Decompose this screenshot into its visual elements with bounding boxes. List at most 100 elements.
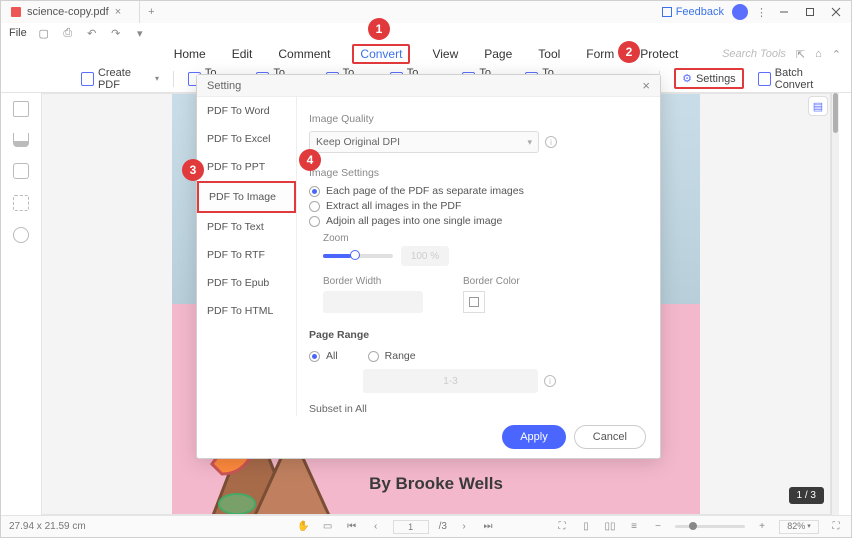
radio-label: All (326, 350, 338, 362)
radio-all-pages[interactable]: All (309, 350, 338, 362)
hand-tool-icon[interactable]: ✋ (297, 520, 311, 534)
side-pdf-to-image[interactable]: PDF To Image (197, 181, 296, 213)
thumbnails-icon[interactable] (13, 101, 29, 117)
radio-adjoin-pages[interactable]: Adjoin all pages into one single image (309, 215, 648, 227)
feedback-link[interactable]: Feedback (662, 6, 724, 18)
menu-view[interactable]: View (428, 45, 462, 63)
settings-button[interactable]: ⚙Settings (674, 68, 744, 89)
side-pdf-to-excel[interactable]: PDF To Excel (197, 125, 296, 153)
zoom-in-icon[interactable]: + (755, 520, 769, 534)
settings-modal: Setting × PDF To Word PDF To Excel PDF T… (196, 74, 661, 459)
side-pdf-to-word[interactable]: PDF To Word (197, 97, 296, 125)
print-icon[interactable]: ⎙ (61, 27, 75, 40)
cancel-button[interactable]: Cancel (574, 425, 646, 449)
avatar[interactable] (732, 4, 748, 20)
zoom-slider-thumb[interactable] (689, 522, 697, 530)
first-page-icon[interactable]: ⏮ (345, 520, 359, 534)
border-color-swatch[interactable] (463, 291, 485, 313)
modal-content: Image Quality Keep Original DPI ▾ i Imag… (297, 97, 660, 416)
side-float-icon[interactable]: ▤ (808, 96, 828, 116)
last-page-icon[interactable]: ⏭ (481, 520, 495, 534)
file-menu[interactable]: File (9, 27, 27, 39)
kebab-icon[interactable]: ⋮ (756, 6, 767, 19)
zoom-slider[interactable] (323, 254, 393, 258)
close-tab-icon[interactable]: × (115, 6, 121, 18)
radio-icon (309, 201, 320, 212)
title-bar: science-copy.pdf × + Feedback ⋮ (1, 1, 851, 23)
radio-extract-images[interactable]: Extract all images in the PDF (309, 200, 648, 212)
scrollbar[interactable] (831, 93, 839, 515)
up-icon[interactable]: ⌃ (832, 48, 841, 61)
prev-page-icon[interactable]: ‹ (369, 520, 383, 534)
radio-icon (309, 186, 320, 197)
maximize-button[interactable] (801, 5, 819, 19)
side-pdf-to-html[interactable]: PDF To HTML (197, 297, 296, 325)
more-qat-icon[interactable]: ▾ (133, 27, 147, 40)
redo-icon[interactable]: ↷ (109, 27, 123, 40)
border-width-label: Border Width (323, 276, 423, 287)
cloud-icon[interactable]: ⌂ (815, 48, 822, 60)
search-panel-icon[interactable] (13, 227, 29, 243)
info-icon[interactable]: i (544, 375, 556, 387)
minimize-button[interactable] (775, 5, 793, 19)
radio-separate-images[interactable]: Each page of the PDF as separate images (309, 185, 648, 197)
continuous-icon[interactable]: ≡ (627, 520, 641, 534)
share-icon[interactable]: ⇱ (796, 48, 805, 61)
menu-convert[interactable]: Convert (352, 44, 410, 64)
fullscreen-icon[interactable]: ⛶ (829, 520, 843, 534)
menu-comment[interactable]: Comment (274, 45, 334, 63)
select-tool-icon[interactable]: ▭ (321, 520, 335, 534)
create-pdf-label: Create PDF (98, 67, 151, 91)
zoom-value[interactable]: 100 % (401, 246, 449, 266)
zoom-select[interactable]: 82%▾ (779, 520, 819, 534)
comment-panel-icon[interactable] (13, 163, 29, 179)
bookmark-icon[interactable] (13, 133, 29, 147)
page-range-input[interactable]: 1-3 (363, 369, 538, 393)
menu-home[interactable]: Home (170, 45, 210, 63)
document-tab[interactable]: science-copy.pdf × (1, 1, 140, 23)
radio-icon (309, 216, 320, 227)
side-pdf-to-epub[interactable]: PDF To Epub (197, 269, 296, 297)
image-quality-heading: Image Quality (309, 113, 648, 125)
menu-form[interactable]: Form (582, 45, 618, 63)
create-pdf-icon (81, 72, 94, 86)
batch-convert-button[interactable]: Batch Convert (758, 67, 839, 91)
two-page-icon[interactable]: ▯▯ (603, 520, 617, 534)
zoom-slider[interactable] (675, 525, 745, 528)
radio-icon (368, 351, 379, 362)
menu-tool[interactable]: Tool (534, 45, 564, 63)
pdf-icon (11, 7, 21, 17)
radio-range-pages[interactable]: Range (368, 350, 416, 362)
undo-icon[interactable]: ↶ (85, 27, 99, 40)
scrollbar-thumb[interactable] (833, 93, 838, 133)
page-range-heading: Page Range (309, 329, 648, 341)
border-width-input[interactable] (323, 291, 423, 313)
menu-protect[interactable]: Protect (636, 45, 682, 63)
radio-icon (309, 351, 320, 362)
menu-edit[interactable]: Edit (228, 45, 257, 63)
radio-label: Range (385, 350, 416, 362)
image-quality-select[interactable]: Keep Original DPI ▾ (309, 131, 539, 153)
save-icon[interactable]: ▢ (37, 27, 51, 40)
new-tab-button[interactable]: + (140, 6, 162, 18)
attachment-icon[interactable] (13, 195, 29, 211)
modal-close-button[interactable]: × (642, 78, 650, 93)
page-number-input[interactable]: 1 (393, 520, 429, 534)
apply-button[interactable]: Apply (502, 425, 566, 449)
side-pdf-to-text[interactable]: PDF To Text (197, 213, 296, 241)
next-page-icon[interactable]: › (457, 520, 471, 534)
search-tools-input[interactable]: Search Tools (722, 48, 786, 60)
info-icon[interactable]: i (545, 136, 557, 148)
slider-thumb[interactable] (350, 250, 360, 260)
menu-page[interactable]: Page (480, 45, 516, 63)
create-pdf-button[interactable]: Create PDF▾ (81, 67, 159, 91)
zoom-out-icon[interactable]: − (651, 520, 665, 534)
side-pdf-to-rtf[interactable]: PDF To RTF (197, 241, 296, 269)
single-page-icon[interactable]: ▯ (579, 520, 593, 534)
fit-page-icon[interactable]: ⛶ (555, 520, 569, 534)
side-pdf-to-ppt[interactable]: PDF To PPT (197, 153, 296, 181)
settings-label: Settings (696, 73, 736, 85)
close-window-button[interactable] (827, 5, 845, 19)
status-bar: 27.94 x 21.59 cm ✋ ▭ ⏮ ‹ 1 /3 › ⏭ ⛶ ▯ ▯▯… (1, 515, 851, 537)
annotation-3: 3 (182, 159, 204, 181)
